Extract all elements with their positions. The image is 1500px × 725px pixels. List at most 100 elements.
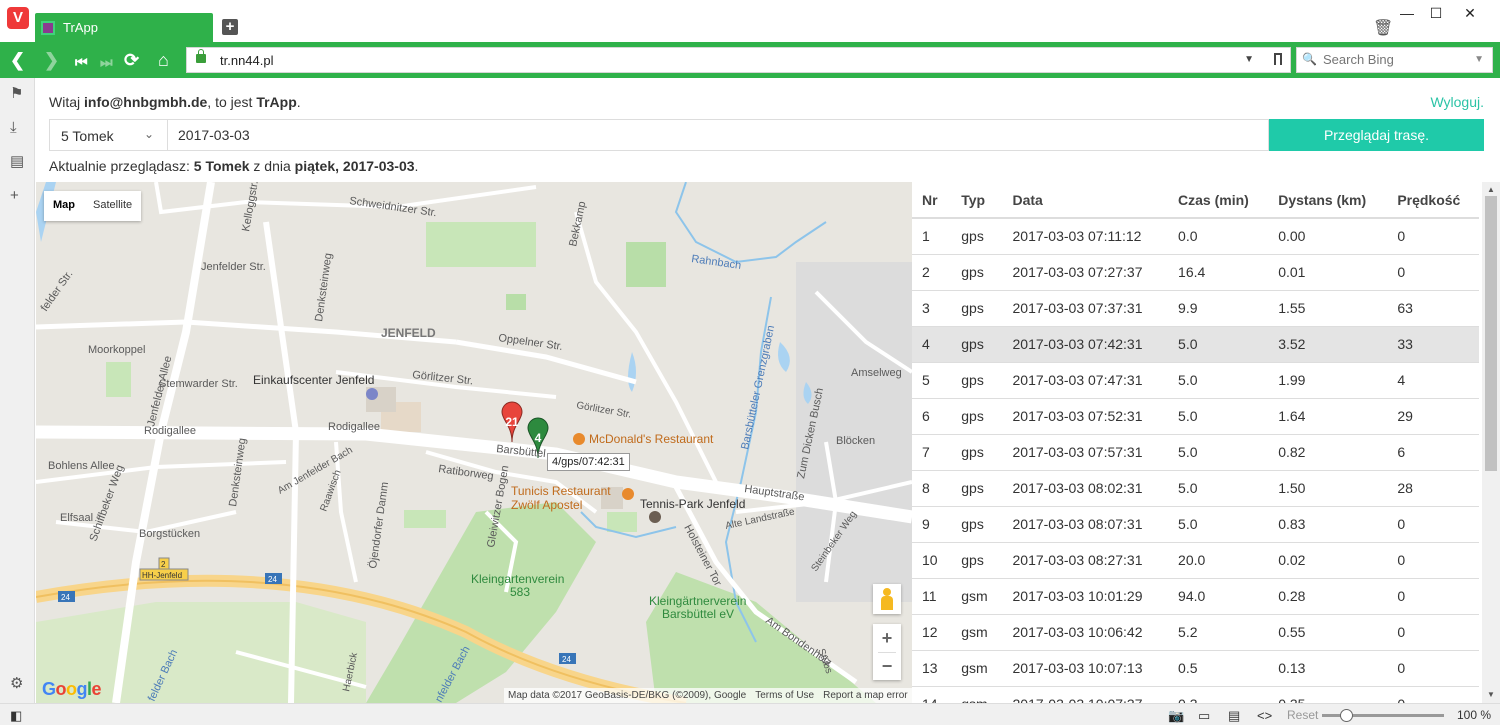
table-row[interactable]: 11 gsm 2017-03-03 10:01:29 94.0 0.28 0 [912, 578, 1479, 615]
table-row[interactable]: 3 gps 2017-03-03 07:37:31 9.9 1.55 63 [912, 290, 1479, 327]
table-cell: 2017-03-03 10:07:13 [1002, 650, 1169, 687]
bookmarks-panel-icon[interactable]: ⚑ [10, 86, 23, 101]
rewind-icon[interactable]: ⏮ [75, 53, 88, 71]
url-text[interactable]: tr.nn44.pl [220, 53, 274, 68]
scroll-down-icon[interactable]: ▼ [1487, 690, 1495, 699]
settings-gear-icon[interactable]: ⚙ [10, 676, 23, 691]
maximize-icon[interactable]: ☐ [1424, 2, 1448, 24]
table-row[interactable]: 4 gps 2017-03-03 07:42:31 5.0 3.52 33 [912, 326, 1479, 363]
table-cell: 0 [1387, 542, 1479, 579]
column-header[interactable]: Prędkość [1387, 182, 1479, 219]
user-select[interactable]: 5 Tomek ⌄ [49, 119, 167, 151]
search-icon[interactable]: 🔍 [1302, 52, 1317, 66]
column-header[interactable]: Typ [951, 182, 1003, 219]
route-map[interactable]: Schweidnitzer Str. Kelloggstr. Bekkamp R… [36, 182, 912, 703]
search-engine-dropdown-icon[interactable]: ▼ [1474, 54, 1484, 65]
map-label: McDonald's Restaurant [589, 432, 714, 446]
table-cell: 16.4 [1168, 254, 1269, 291]
table-row[interactable]: 12 gsm 2017-03-03 10:06:42 5.2 0.55 0 [912, 614, 1479, 651]
table-cell: 2017-03-03 07:52:31 [1002, 398, 1169, 435]
reload-icon[interactable]: ⟳ [124, 51, 139, 69]
map-label: Elfsaal [60, 512, 93, 524]
table-row[interactable]: 14gsm2017-03-03 10:07:370.30.350 [912, 686, 1479, 703]
browser-tab-active[interactable]: TrApp [35, 13, 213, 42]
search-input[interactable] [1323, 52, 1473, 67]
notes-panel-icon[interactable]: ▤ [10, 154, 24, 169]
map-label: felder Str. [39, 268, 76, 313]
table-cell: gps [951, 218, 1003, 255]
close-icon[interactable]: ✕ [1458, 2, 1482, 24]
fast-forward-icon[interactable]: ⏭ [100, 53, 113, 71]
table-cell: 28 [1387, 470, 1479, 507]
map-label: Kelloggstr. [240, 182, 261, 233]
column-header[interactable]: Nr [912, 182, 952, 219]
url-dropdown-icon[interactable]: ▼ [1244, 54, 1254, 65]
report-map-error-link[interactable]: Report a map error [823, 690, 907, 701]
table-row[interactable]: 9 gps 2017-03-03 08:07:31 5.0 0.83 0 [912, 506, 1479, 543]
zoom-in-button[interactable]: + [873, 624, 901, 652]
vivaldi-menu-icon[interactable]: V [7, 7, 29, 29]
home-icon[interactable]: ⌂ [158, 51, 169, 69]
zoom-slider-knob[interactable] [1340, 709, 1353, 722]
date-input[interactable] [167, 119, 1269, 151]
new-tab-plus-icon[interactable]: + [222, 19, 238, 35]
table-cell: 0.13 [1268, 650, 1388, 687]
url-field[interactable]: tr.nn44.pl ▼ [186, 47, 1291, 73]
image-toggle-icon[interactable]: ▤ [1228, 708, 1240, 724]
zoom-separator [878, 652, 896, 653]
table-scrollbar[interactable]: ▲ ▼ [1482, 182, 1500, 703]
points-table-container[interactable]: Nr Typ Data Czas (min) Dystans (km) Prędkość … [912, 182, 1482, 703]
terms-of-use-link[interactable]: Terms of Use [755, 690, 814, 701]
add-panel-icon[interactable]: + [10, 188, 19, 203]
column-header[interactable]: Data [1002, 182, 1169, 219]
map-attribution: Map data ©2017 GeoBasis-DE/BKG (©2009), … [504, 688, 912, 703]
table-cell: gps [951, 434, 1003, 471]
table-cell: 0.0 [1168, 218, 1269, 255]
bookmark-icon[interactable] [1274, 53, 1282, 65]
trash-icon[interactable]: 🗑 [1373, 18, 1393, 38]
tab-title: TrApp [63, 20, 98, 35]
browse-route-button[interactable]: Przeglądaj trasę. [1269, 119, 1484, 151]
map-canvas[interactable]: Schweidnitzer Str. Kelloggstr. Bekkamp R… [36, 182, 912, 703]
table-cell: 9 [912, 506, 952, 543]
map-label: Barsbüttel eV [662, 607, 734, 621]
zoom-reset-button[interactable]: Reset [1287, 708, 1318, 722]
downloads-panel-icon[interactable]: ⤓ [10, 120, 17, 135]
map-type-map-button[interactable]: Map [44, 191, 84, 219]
table-row[interactable]: 6 gps 2017-03-03 07:52:31 5.0 1.64 29 [912, 398, 1479, 435]
map-label: JENFELD [381, 326, 436, 340]
scroll-thumb[interactable] [1485, 196, 1497, 471]
table-cell: 6 [1387, 434, 1479, 471]
table-row[interactable]: 13 gsm 2017-03-03 10:07:13 0.5 0.13 0 [912, 650, 1479, 687]
table-row[interactable]: 5 gps 2017-03-03 07:47:31 5.0 1.99 4 [912, 362, 1479, 399]
minimize-icon[interactable]: — [1395, 2, 1419, 24]
column-header[interactable]: Dystans (km) [1268, 182, 1388, 219]
table-cell: 3 [912, 290, 952, 327]
scroll-up-icon[interactable]: ▲ [1487, 185, 1495, 194]
table-row[interactable]: 10 gps 2017-03-03 08:27:31 20.0 0.02 0 [912, 542, 1479, 579]
search-field[interactable]: 🔍 ▼ [1296, 47, 1493, 73]
column-header[interactable]: Czas (min) [1168, 182, 1269, 219]
screenshot-camera-icon[interactable]: 📷 [1168, 708, 1184, 724]
current-prefix: Aktualnie przeglądasz: [49, 158, 194, 174]
tiling-icon[interactable]: ▭ [1198, 708, 1210, 724]
logout-link[interactable]: Wyloguj. [1430, 94, 1484, 110]
map-type-satellite-button[interactable]: Satellite [84, 191, 141, 219]
table-cell: 2017-03-03 08:02:31 [1002, 470, 1169, 507]
back-icon[interactable]: ❮ [10, 51, 25, 69]
table-row[interactable]: 8 gps 2017-03-03 08:02:31 5.0 1.50 28 [912, 470, 1479, 507]
table-row[interactable]: 1 gps 2017-03-03 07:11:12 0.0 0.00 0 [912, 218, 1479, 255]
points-table: Nr Typ Data Czas (min) Dystans (km) Prędkość … [912, 182, 1479, 703]
street-view-pegman-icon[interactable] [873, 584, 901, 614]
page-actions-icon[interactable]: <> [1257, 708, 1272, 723]
zoom-slider[interactable] [1322, 709, 1444, 722]
table-cell: 2017-03-03 10:07:37 [1002, 686, 1169, 703]
table-row[interactable]: 7 gps 2017-03-03 07:57:31 5.0 0.82 6 [912, 434, 1479, 471]
forward-icon[interactable]: ❯ [44, 51, 59, 69]
browser-titlebar: V TrApp + 🗑 — ☐ ✕ [0, 0, 1500, 42]
map-label: 24 [61, 593, 70, 602]
table-cell: 7 [912, 434, 952, 471]
zoom-out-button[interactable]: − [873, 652, 901, 680]
panel-toggle-icon[interactable]: ◧ [10, 708, 22, 724]
table-row[interactable]: 2 gps 2017-03-03 07:27:37 16.4 0.01 0 [912, 254, 1479, 291]
